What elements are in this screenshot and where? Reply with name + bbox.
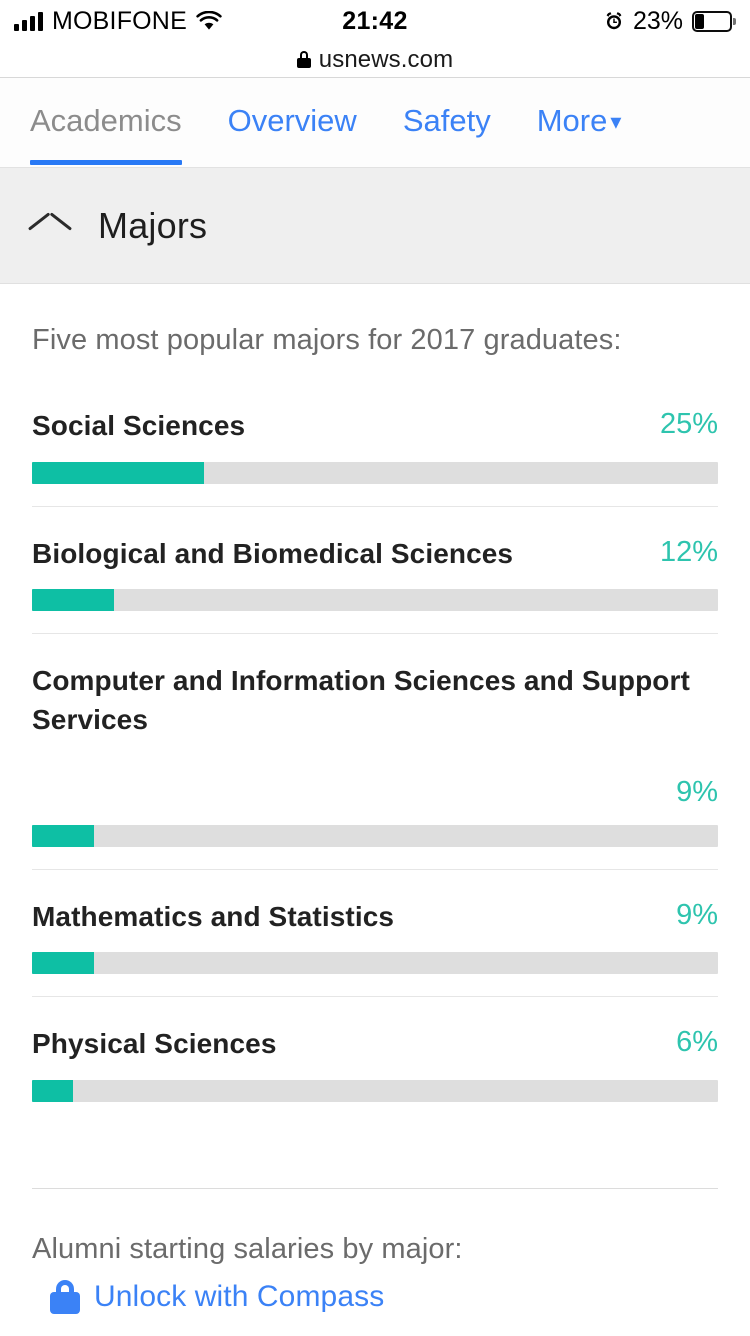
tab-safety[interactable]: Safety [403,103,491,143]
browser-url-bar[interactable]: usnews.com [0,42,750,78]
list-item: Physical Sciences 6% [32,996,718,1124]
lock-icon [50,1279,80,1314]
clock-label: 21:42 [342,6,408,35]
tab-more[interactable]: More ▾ [537,103,622,143]
url-label: usnews.com [318,45,454,73]
major-percent: 25% [659,408,718,440]
lock-icon [296,51,311,68]
major-progress-bar [32,952,94,975]
unlock-with-compass-label: Unlock with Compass [94,1279,385,1313]
major-percent: 6% [676,1026,718,1059]
major-name: Biological and Biomedical Sciences [32,537,514,569]
tab-academics-label: Academics [30,102,182,138]
tab-safety-label: Safety [402,102,491,138]
list-item: Mathematics and Statistics 9% [32,868,718,997]
status-bar-right: 23% [604,0,736,42]
list-item: Biological and Biomedical Sciences 12% [32,505,718,634]
major-progress-track [32,589,718,612]
major-progress-track [32,952,718,975]
chevron-up-icon[interactable] [28,204,72,248]
major-progress-bar [32,1079,74,1102]
major-percent: 9% [676,775,718,808]
battery-percent-label: 23% [632,6,683,35]
major-name: Mathematics and Statistics [32,900,395,932]
majors-intro-text: Five most popular majors for 2017 gradua… [32,324,622,356]
unlock-with-compass-link[interactable]: Unlock with Compass [32,1266,718,1314]
major-progress-track [32,461,718,484]
battery-icon [692,10,736,32]
status-bar: MOBIFONE 21:42 23% [0,0,750,42]
major-progress-track [32,824,718,847]
alarm-clock-icon [604,11,624,31]
majors-content: Five most popular majors for 2017 gradua… [0,284,750,1336]
majors-section-header[interactable]: Majors [0,168,750,284]
major-progress-bar [32,461,204,484]
chevron-down-icon: ▾ [610,108,622,134]
major-percent: 12% [659,535,718,568]
phone-screen: MOBIFONE 21:42 23% usnews.com Academics … [0,0,750,1336]
major-percent: 9% [676,898,718,931]
major-name: Social Sciences [32,410,246,441]
major-progress-track [32,1079,718,1102]
tab-overview[interactable]: Overview [228,103,357,143]
tab-overview-label: Overview [227,102,357,138]
major-progress-bar [32,589,115,612]
alumni-salaries-label: Alumni starting salaries by major: [32,1232,463,1265]
list-item: Social Sciences 25% [32,379,718,506]
major-name: Computer and Information Sciences and Su… [32,665,690,735]
major-progress-bar [32,824,94,847]
alumni-salaries-block: Alumni starting salaries by major: Unloc… [32,1187,718,1314]
page-title: Majors [98,204,208,246]
page-tab-bar: Academics Overview Safety More ▾ [0,78,750,168]
list-item: Computer and Information Sciences and Su… [32,633,718,868]
tab-academics[interactable]: Academics [30,102,182,165]
tab-more-label: More [536,102,608,138]
major-name: Physical Sciences [32,1028,277,1060]
